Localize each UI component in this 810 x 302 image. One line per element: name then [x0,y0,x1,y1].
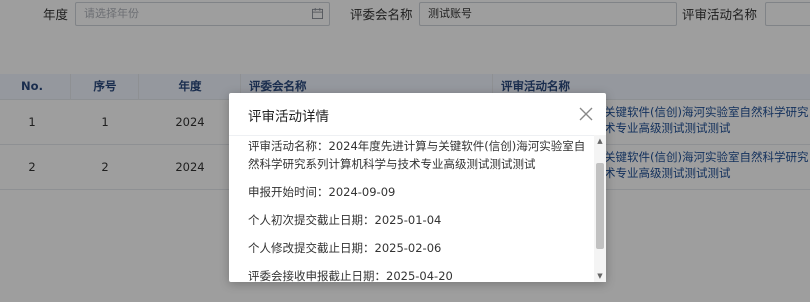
scroll-down-icon[interactable]: ▼ [596,272,604,280]
dialog-title: 评审活动详情 [248,109,329,125]
detail-start-time: 申报开始时间：2024-09-09 [248,185,396,199]
dialog-scrollbar[interactable]: ▲ ▼ [594,135,606,282]
activity-detail-dialog: 评审活动详情 评审活动名称：2024年度先进计算与关键软件(信创)海河实验室自 … [229,93,606,282]
close-icon[interactable] [579,107,593,121]
detail-revise-deadline: 个人修改提交截止日期：2025-02-06 [248,241,442,255]
scroll-up-icon[interactable]: ▲ [596,137,604,145]
detail-first-deadline: 个人初次提交截止日期：2025-01-04 [248,213,442,227]
dialog-header: 评审活动详情 [229,93,606,136]
detail-activity-name-line2: 然科学研究系列计算机科学与技术专业高级测试测试测试 [248,157,536,171]
scroll-thumb[interactable] [596,163,604,249]
dialog-body: 评审活动名称：2024年度先进计算与关键软件(信创)海河实验室自 然科学研究系列… [229,135,606,282]
detail-activity-name-line1: 评审活动名称：2024年度先进计算与关键软件(信创)海河实验室自 [248,139,586,153]
detail-committee-deadline: 评委会接收申报截止日期：2025-04-20 [248,269,453,282]
